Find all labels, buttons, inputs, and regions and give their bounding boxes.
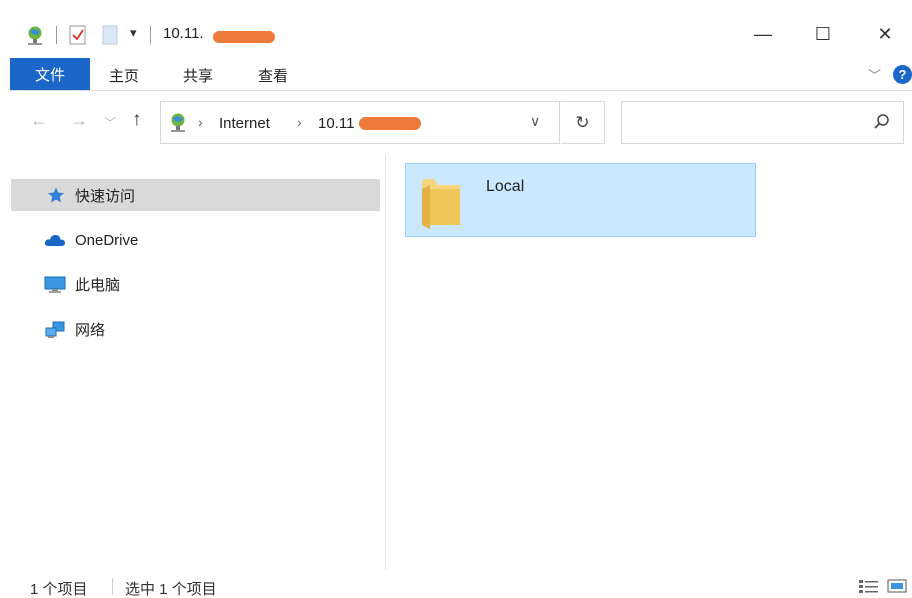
ribbon-divider xyxy=(10,90,912,91)
search-icon[interactable] xyxy=(873,113,891,134)
breadcrumb-internet[interactable]: Internet xyxy=(219,115,270,132)
properties-icon[interactable] xyxy=(68,24,88,49)
network-icon xyxy=(44,321,65,338)
window-title: 10.11. xyxy=(163,25,204,42)
search-box[interactable] xyxy=(621,101,904,144)
nav-item-label: OneDrive xyxy=(75,231,139,249)
recent-locations-button[interactable]: ﹀ xyxy=(104,114,116,131)
status-divider xyxy=(112,578,113,595)
breadcrumb-host[interactable]: 10.11 xyxy=(318,115,354,132)
up-button[interactable]: ↑ xyxy=(132,109,142,131)
large-icons-view-icon[interactable] xyxy=(887,578,907,597)
customize-toolbar-dropdown[interactable]: ▾ xyxy=(130,25,137,41)
pane-divider[interactable] xyxy=(385,155,386,570)
nav-item-label: 网络 xyxy=(75,321,106,339)
minimize-button[interactable]: — xyxy=(740,18,786,50)
navigation-pane xyxy=(0,155,385,570)
tab-view[interactable]: 查看 xyxy=(258,65,288,86)
maximize-button[interactable]: ☐ xyxy=(800,18,846,50)
nav-item-network[interactable]: 网络 xyxy=(11,313,380,345)
breadcrumb-separator[interactable]: › xyxy=(198,114,203,130)
folder-icon xyxy=(420,173,464,234)
nav-item-this-pc[interactable]: 此电脑 xyxy=(11,268,380,300)
redaction-mark xyxy=(359,117,421,130)
details-view-icon[interactable] xyxy=(858,578,880,597)
ribbon-tabs: 文件 主页 共享 查看 ﹀ ? xyxy=(0,56,912,90)
nav-item-onedrive[interactable]: OneDrive xyxy=(11,224,380,256)
item-count: 1 个项目 xyxy=(30,581,88,598)
address-bar[interactable]: › Internet › 10.11 xyxy=(160,101,560,144)
breadcrumb-separator[interactable]: › xyxy=(297,114,302,130)
search-input[interactable] xyxy=(630,112,860,134)
folder-item-label: Local xyxy=(486,178,525,195)
tab-home[interactable]: 主页 xyxy=(109,65,139,86)
redaction-mark xyxy=(213,31,275,43)
new-folder-icon[interactable] xyxy=(100,24,120,49)
help-icon[interactable]: ? xyxy=(893,65,912,84)
nav-item-quick-access[interactable]: 快速访问 xyxy=(11,179,380,211)
tab-file[interactable]: 文件 xyxy=(10,58,90,90)
network-location-icon xyxy=(167,111,189,136)
refresh-button[interactable]: ↻ xyxy=(561,101,605,144)
cloud-icon xyxy=(44,232,65,248)
title-bar: ▾ 10.11. — ☐ ✕ xyxy=(0,0,912,56)
back-button[interactable]: ← xyxy=(30,110,48,131)
status-bar: 1 个项目 选中 1 个项目 xyxy=(0,572,912,598)
tab-share[interactable]: 共享 xyxy=(183,65,213,86)
toolbar-divider xyxy=(56,26,57,44)
expand-ribbon-icon[interactable]: ﹀ xyxy=(868,65,881,84)
star-icon xyxy=(47,187,67,203)
folder-item-local[interactable]: Local xyxy=(405,163,756,237)
computer-icon xyxy=(44,276,66,293)
toolbar-divider xyxy=(150,26,151,44)
network-location-icon[interactable] xyxy=(24,24,46,49)
nav-item-label: 此电脑 xyxy=(75,276,121,294)
close-button[interactable]: ✕ xyxy=(862,18,908,50)
nav-item-label: 快速访问 xyxy=(75,187,136,205)
address-history-dropdown[interactable]: ∨ xyxy=(530,113,540,130)
forward-button[interactable]: → xyxy=(70,110,88,131)
selected-count: 选中 1 个项目 xyxy=(125,581,217,598)
